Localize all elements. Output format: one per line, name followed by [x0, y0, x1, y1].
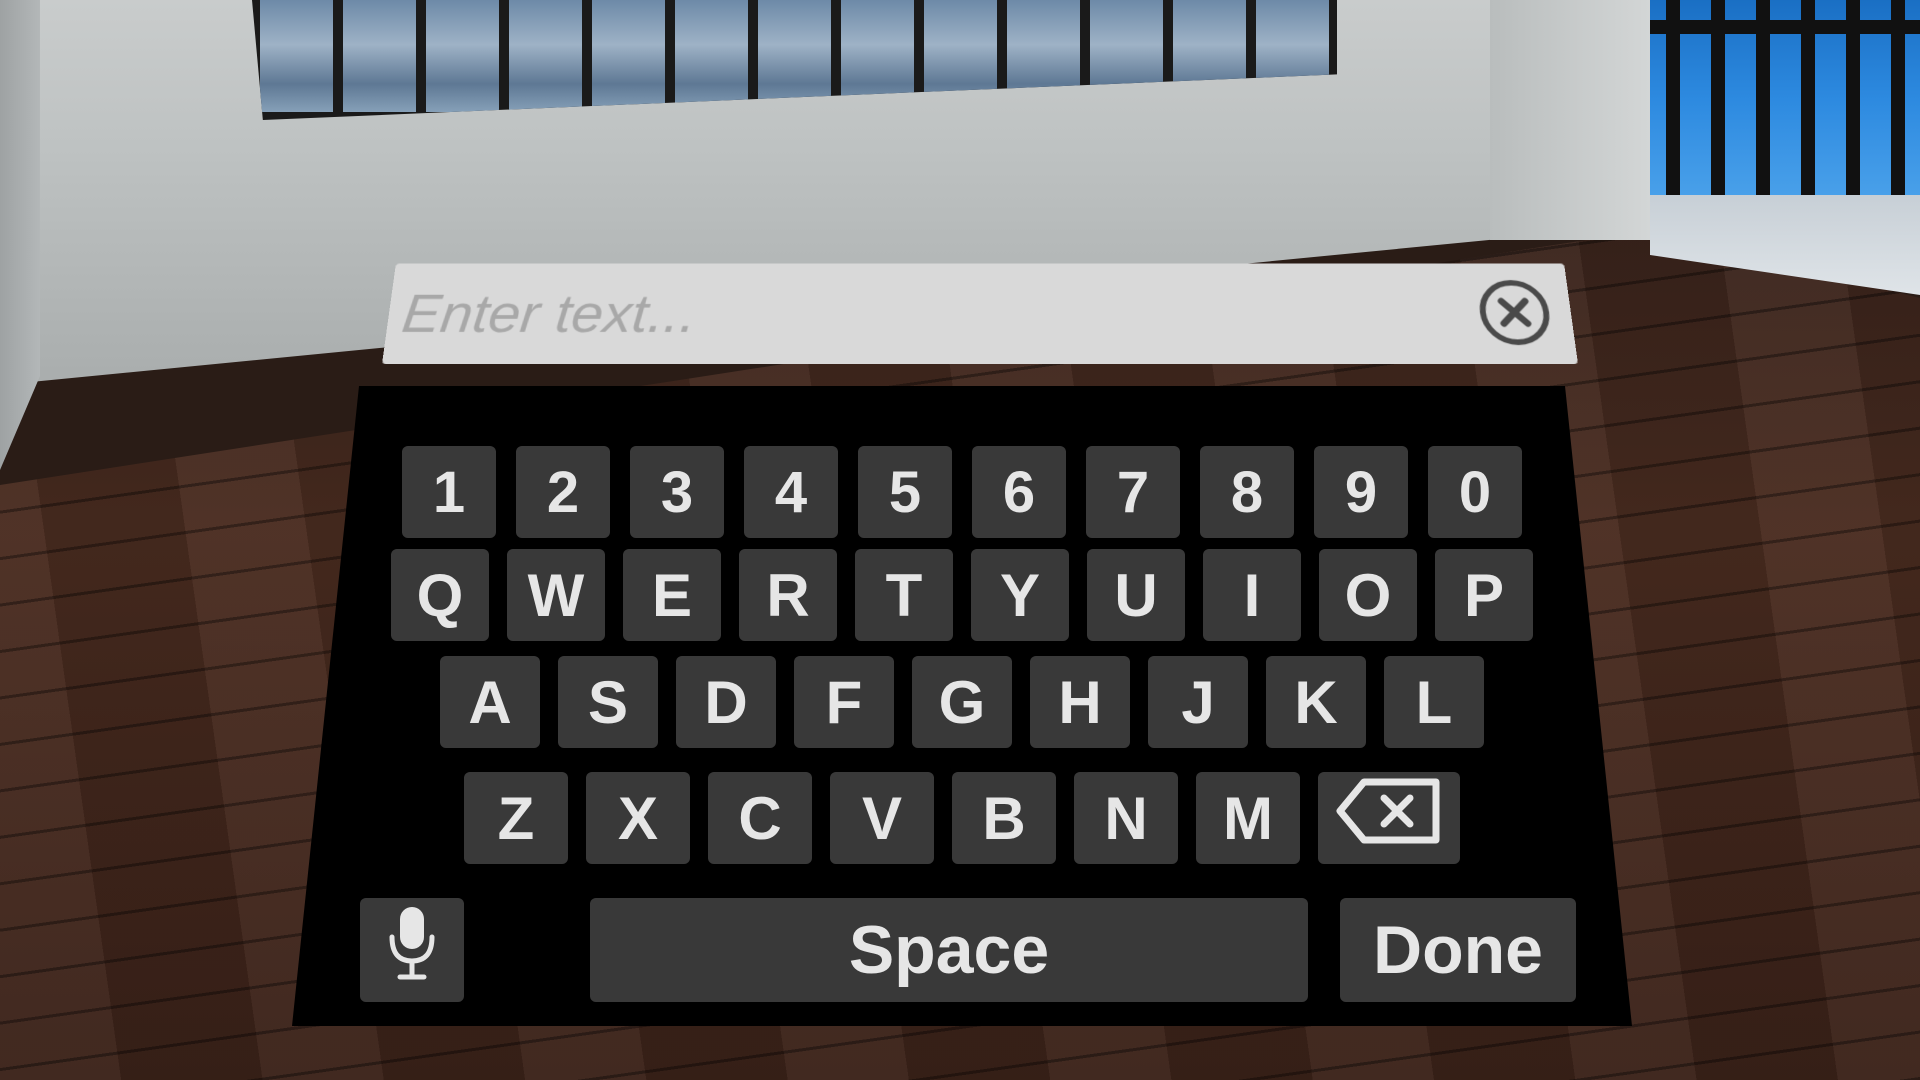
keyboard-row-numbers: 1 2 3 4 5 6 7 8 9 0: [292, 446, 1632, 538]
keyboard-row-asdf: A S D F G H J K L: [292, 656, 1632, 748]
key-5[interactable]: 5: [858, 446, 952, 538]
key-7[interactable]: 7: [1086, 446, 1180, 538]
microphone-button[interactable]: [360, 898, 464, 1002]
key-g[interactable]: G: [912, 656, 1012, 748]
key-y[interactable]: Y: [971, 549, 1069, 641]
key-i[interactable]: I: [1203, 549, 1301, 641]
key-b[interactable]: B: [952, 772, 1056, 864]
key-t[interactable]: T: [855, 549, 953, 641]
key-4[interactable]: 4: [744, 446, 838, 538]
key-3[interactable]: 3: [630, 446, 724, 538]
key-c[interactable]: C: [708, 772, 812, 864]
key-q[interactable]: Q: [391, 549, 489, 641]
text-input-bar: [382, 263, 1578, 364]
key-e[interactable]: E: [623, 549, 721, 641]
space-button[interactable]: Space: [590, 898, 1308, 1002]
keyboard-row-qwerty: Q W E R T Y U I O P: [292, 549, 1632, 641]
key-f[interactable]: F: [794, 656, 894, 748]
key-9[interactable]: 9: [1314, 446, 1408, 538]
key-s[interactable]: S: [558, 656, 658, 748]
clear-text-button[interactable]: [1472, 277, 1558, 349]
backspace-icon: [1334, 776, 1444, 860]
wall-pillar: [1490, 0, 1650, 240]
key-n[interactable]: N: [1074, 772, 1178, 864]
key-x[interactable]: X: [586, 772, 690, 864]
key-w[interactable]: W: [507, 549, 605, 641]
key-p[interactable]: P: [1435, 549, 1533, 641]
key-h[interactable]: H: [1030, 656, 1130, 748]
text-entry-field[interactable]: [382, 263, 1482, 364]
microphone-icon: [384, 903, 440, 997]
key-l[interactable]: L: [1384, 656, 1484, 748]
done-button[interactable]: Done: [1340, 898, 1576, 1002]
key-a[interactable]: A: [440, 656, 540, 748]
backspace-button[interactable]: [1318, 772, 1460, 864]
key-o[interactable]: O: [1319, 549, 1417, 641]
key-2[interactable]: 2: [516, 446, 610, 538]
key-0[interactable]: 0: [1428, 446, 1522, 538]
virtual-keyboard: 1 2 3 4 5 6 7 8 9 0 Q W E R T Y U I O P …: [292, 386, 1632, 1026]
key-1[interactable]: 1: [402, 446, 496, 538]
key-j[interactable]: J: [1148, 656, 1248, 748]
key-z[interactable]: Z: [464, 772, 568, 864]
key-u[interactable]: U: [1087, 549, 1185, 641]
left-wall: [0, 0, 40, 470]
key-8[interactable]: 8: [1200, 446, 1294, 538]
keyboard-row-zxcv: Z X C V B N M: [292, 772, 1632, 864]
clear-circle-x-icon: [1473, 277, 1557, 350]
key-r[interactable]: R: [739, 549, 837, 641]
key-m[interactable]: M: [1196, 772, 1300, 864]
key-6[interactable]: 6: [972, 446, 1066, 538]
key-d[interactable]: D: [676, 656, 776, 748]
key-k[interactable]: K: [1266, 656, 1366, 748]
key-v[interactable]: V: [830, 772, 934, 864]
